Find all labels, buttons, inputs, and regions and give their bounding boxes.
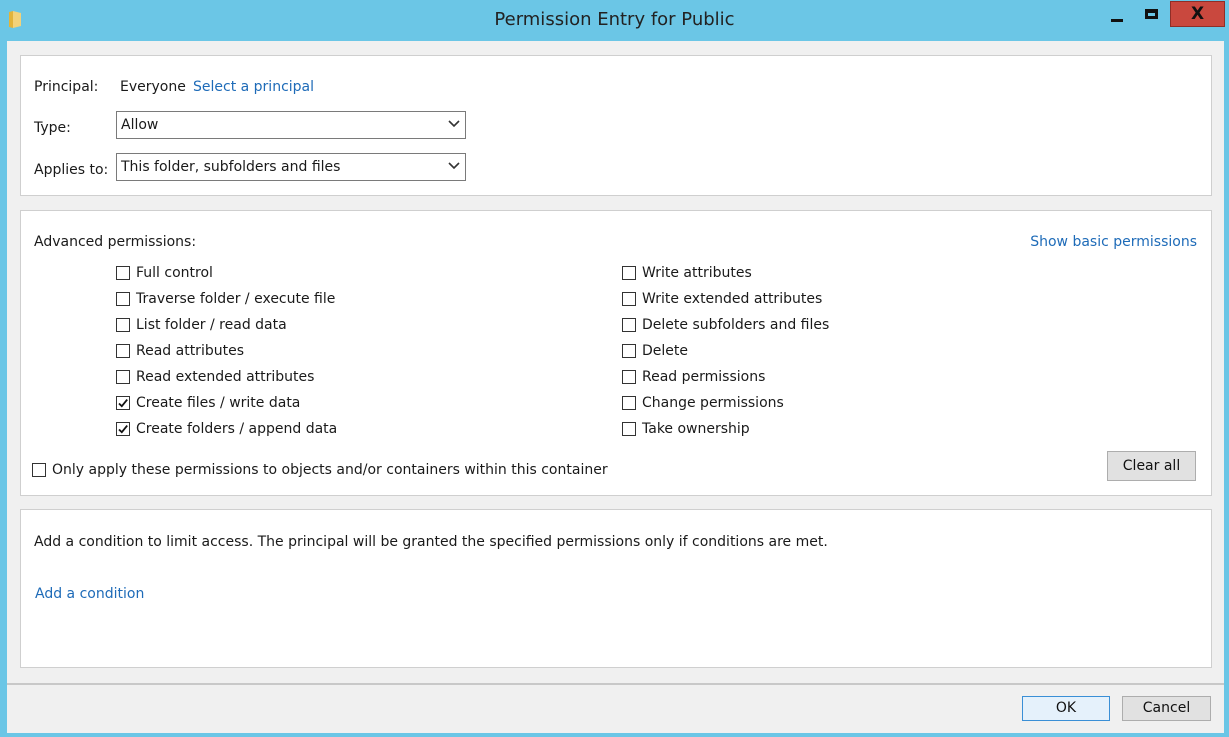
permission-checkbox[interactable] bbox=[116, 370, 130, 384]
permission-row[interactable]: Full control bbox=[116, 264, 213, 282]
type-label: Type: bbox=[34, 120, 71, 136]
condition-panel: Add a condition to limit access. The pri… bbox=[20, 509, 1212, 668]
type-select-value: Allow bbox=[121, 117, 159, 133]
maximize-button[interactable] bbox=[1133, 1, 1169, 27]
applies-to-select[interactable]: This folder, subfolders and files bbox=[116, 153, 466, 181]
window-title: Permission Entry for Public bbox=[494, 9, 735, 30]
permission-checkbox[interactable] bbox=[622, 396, 636, 410]
close-button[interactable]: X bbox=[1170, 1, 1225, 27]
principal-panel: Principal: Everyone Select a principal T… bbox=[20, 55, 1212, 196]
permission-checkbox[interactable] bbox=[116, 422, 130, 436]
permission-label: List folder / read data bbox=[136, 317, 287, 333]
select-principal-link[interactable]: Select a principal bbox=[193, 79, 314, 95]
permission-row[interactable]: List folder / read data bbox=[116, 316, 287, 334]
permission-label: Read permissions bbox=[642, 369, 766, 385]
clear-all-button[interactable]: Clear all bbox=[1107, 451, 1196, 481]
only-apply-checkbox-row[interactable]: Only apply these permissions to objects … bbox=[32, 461, 608, 479]
permission-row[interactable]: Read extended attributes bbox=[116, 368, 314, 386]
permission-checkbox[interactable] bbox=[116, 318, 130, 332]
chevron-down-icon bbox=[448, 162, 460, 170]
permission-label: Change permissions bbox=[642, 395, 784, 411]
cancel-button[interactable]: Cancel bbox=[1122, 696, 1211, 721]
principal-label: Principal: bbox=[34, 79, 99, 95]
minimize-icon bbox=[1110, 18, 1123, 22]
permission-checkbox[interactable] bbox=[116, 266, 130, 280]
minimize-button[interactable] bbox=[1101, 1, 1132, 27]
permission-label: Take ownership bbox=[642, 421, 750, 437]
condition-description: Add a condition to limit access. The pri… bbox=[34, 534, 828, 550]
maximize-icon bbox=[1144, 9, 1158, 19]
permission-label: Read extended attributes bbox=[136, 369, 315, 385]
permission-label: Create folders / append data bbox=[136, 421, 338, 437]
only-apply-checkbox[interactable] bbox=[32, 463, 46, 477]
add-condition-link[interactable]: Add a condition bbox=[35, 586, 144, 602]
permission-checkbox[interactable] bbox=[116, 292, 130, 306]
show-basic-permissions-link[interactable]: Show basic permissions bbox=[1030, 234, 1197, 250]
permission-label: Delete subfolders and files bbox=[642, 317, 830, 333]
permission-checkbox[interactable] bbox=[116, 344, 130, 358]
permission-label: Write extended attributes bbox=[642, 291, 823, 307]
permission-row[interactable]: Traverse folder / execute file bbox=[116, 290, 335, 308]
title-bar[interactable]: Permission Entry for Public X bbox=[0, 0, 1229, 41]
permission-label: Write attributes bbox=[642, 265, 752, 281]
permission-row[interactable]: Read permissions bbox=[622, 368, 765, 386]
permission-row[interactable]: Change permissions bbox=[622, 394, 784, 412]
permission-row[interactable]: Take ownership bbox=[622, 420, 750, 438]
permission-checkbox[interactable] bbox=[622, 318, 636, 332]
permission-checkbox[interactable] bbox=[116, 396, 130, 410]
close-icon: X bbox=[1190, 3, 1205, 24]
permission-label: Delete bbox=[642, 343, 688, 359]
permission-row[interactable]: Delete bbox=[622, 342, 688, 360]
permission-checkbox[interactable] bbox=[622, 292, 636, 306]
advanced-permissions-heading: Advanced permissions: bbox=[34, 234, 197, 250]
checkmark-icon bbox=[118, 399, 128, 408]
permission-row[interactable]: Create folders / append data bbox=[116, 420, 337, 438]
permission-row[interactable]: Read attributes bbox=[116, 342, 244, 360]
permission-label: Traverse folder / execute file bbox=[136, 291, 336, 307]
only-apply-label: Only apply these permissions to objects … bbox=[52, 462, 608, 478]
permission-row[interactable]: Delete subfolders and files bbox=[622, 316, 829, 334]
permission-row[interactable]: Write attributes bbox=[622, 264, 752, 282]
permission-label: Read attributes bbox=[136, 343, 244, 359]
permission-label: Full control bbox=[136, 265, 213, 281]
principal-value: Everyone bbox=[120, 79, 186, 95]
permission-label: Create files / write data bbox=[136, 395, 301, 411]
permission-checkbox[interactable] bbox=[622, 266, 636, 280]
type-select[interactable]: Allow bbox=[116, 111, 466, 139]
permission-row[interactable]: Write extended attributes bbox=[622, 290, 822, 308]
permission-row[interactable]: Create files / write data bbox=[116, 394, 300, 412]
applies-to-label: Applies to: bbox=[34, 162, 109, 178]
applies-to-select-value: This folder, subfolders and files bbox=[121, 159, 341, 175]
ok-button[interactable]: OK bbox=[1022, 696, 1110, 721]
permission-checkbox[interactable] bbox=[622, 344, 636, 358]
permission-checkbox[interactable] bbox=[622, 370, 636, 384]
permission-checkbox[interactable] bbox=[622, 422, 636, 436]
advanced-permissions-panel: Advanced permissions: Show basic permiss… bbox=[20, 210, 1212, 496]
chevron-down-icon bbox=[448, 120, 460, 128]
checkmark-icon bbox=[118, 425, 128, 434]
